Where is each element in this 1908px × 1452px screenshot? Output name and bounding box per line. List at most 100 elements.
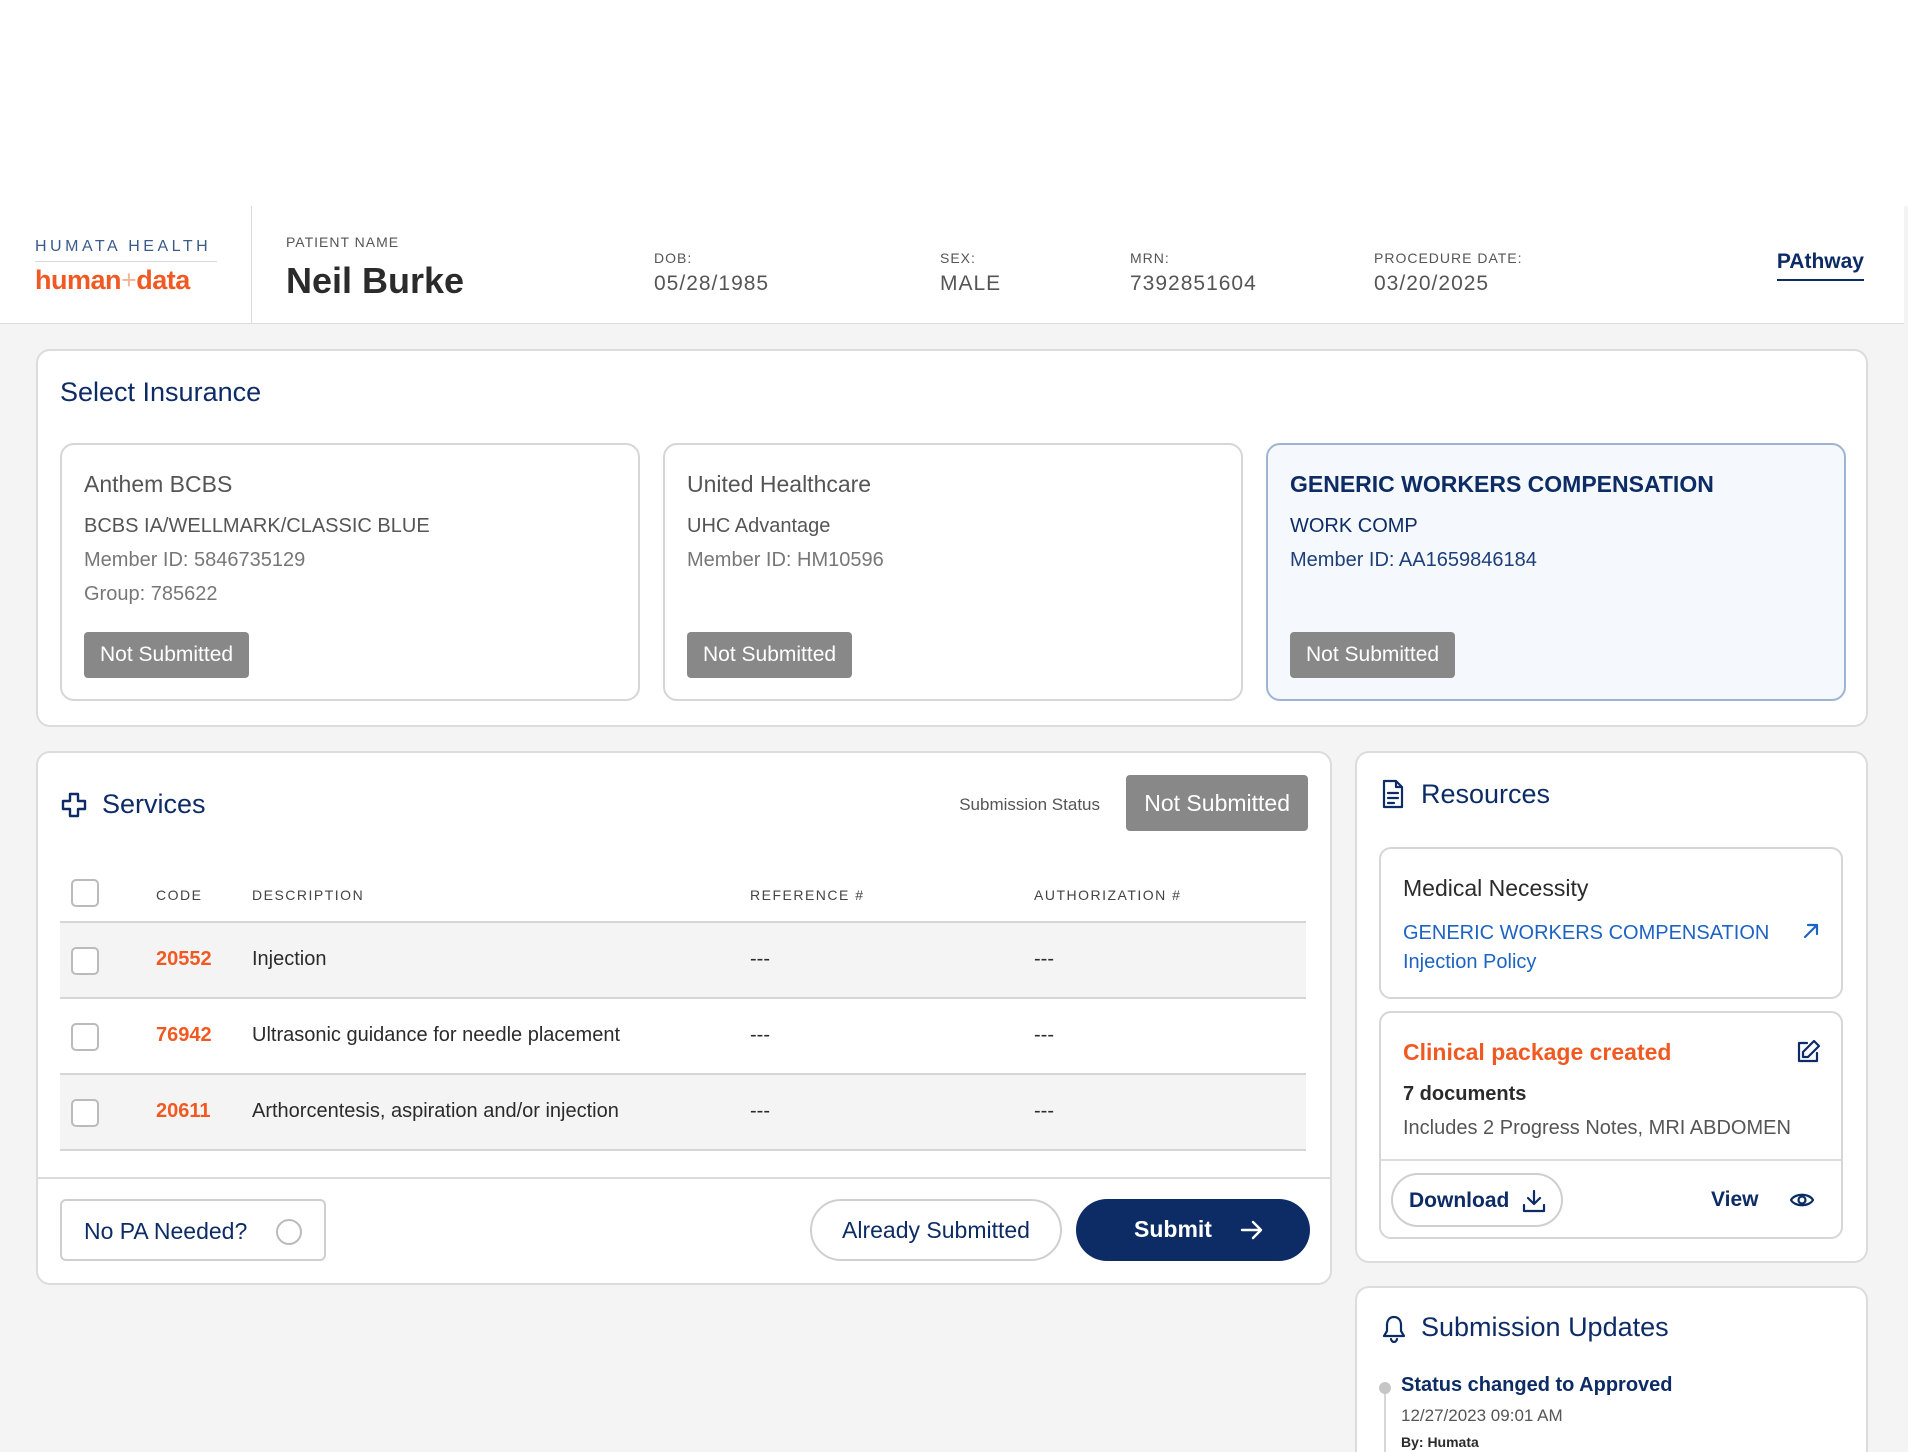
service-reference: --- (750, 1024, 770, 1046)
service-reference: --- (750, 948, 770, 970)
bell-icon (1382, 1315, 1406, 1344)
select-all-checkbox[interactable] (71, 879, 99, 907)
package-documents-count: 7 documents (1403, 1083, 1527, 1105)
insurance-card-workers-comp[interactable]: GENERIC WORKERS COMPENSATION WORK COMP M… (1266, 443, 1846, 701)
top-blank-area (0, 0, 1908, 206)
no-pa-radio[interactable] (276, 1219, 302, 1245)
table-header-row: CODE DESCRIPTION REFERENCE # AUTHORIZATI… (60, 863, 1306, 923)
row-checkbox[interactable] (71, 947, 99, 975)
submission-status-label: Submission Status (959, 795, 1100, 814)
service-authorization: --- (1034, 1100, 1054, 1122)
insurance-member-id: Member ID: HM10596 (687, 549, 884, 571)
services-title: Services (102, 789, 206, 819)
select-insurance-title: Select Insurance (60, 377, 262, 407)
column-header-authorization: AUTHORIZATION # (1034, 887, 1182, 903)
status-badge: Not Submitted (1290, 632, 1456, 678)
column-header-description: DESCRIPTION (252, 887, 365, 903)
edit-icon[interactable] (1795, 1039, 1821, 1065)
service-code[interactable]: 76942 (156, 1024, 212, 1047)
logo-word-data: data (136, 265, 190, 295)
mrn-label: MRN: (1130, 250, 1170, 266)
submission-status-badge: Not Submitted (1126, 775, 1308, 831)
select-insurance-panel: Select Insurance Anthem BCBS BCBS IA/WEL… (36, 349, 1868, 727)
services-panel: Services Submission Status Not Submitted… (36, 751, 1332, 1285)
package-includes: Includes 2 Progress Notes, MRI ABDOMEN (1403, 1117, 1791, 1139)
logo-top-text: HUMATA HEALTH (35, 238, 217, 262)
download-button-label: Download (1409, 1189, 1510, 1212)
service-description: Injection (252, 948, 327, 970)
sex-value: MALE (940, 272, 1002, 295)
download-icon (1522, 1189, 1546, 1213)
header-divider (251, 206, 252, 324)
row-checkbox[interactable] (71, 1099, 99, 1127)
clinical-package-card: Clinical package created 7 documents Inc… (1379, 1011, 1843, 1239)
insurance-plan: UHC Advantage (687, 515, 831, 537)
download-button[interactable]: Download (1391, 1173, 1563, 1227)
procedure-date-label: PROCEDURE DATE: (1374, 250, 1523, 266)
status-badge: Not Submitted (687, 632, 853, 678)
clinical-package-title: Clinical package created (1403, 1039, 1672, 1065)
table-row: 20611 Arthorcentesis, aspiration and/or … (60, 1075, 1306, 1151)
column-header-code: CODE (156, 887, 203, 903)
table-row: 20552 Injection --- --- (60, 923, 1306, 999)
medical-cross-icon (61, 792, 87, 818)
patient-name-label: PATIENT NAME (286, 234, 400, 250)
services-footer-divider (38, 1177, 1330, 1179)
dob-value: 05/28/1985 (654, 272, 770, 295)
column-header-reference: REFERENCE # (750, 887, 865, 903)
package-divider (1381, 1159, 1841, 1161)
eye-icon (1789, 1193, 1815, 1207)
procedure-date-value: 03/20/2025 (1374, 272, 1490, 295)
no-pa-needed-label: No PA Needed? (84, 1218, 248, 1244)
pathway-link[interactable]: PAthway (1776, 250, 1864, 281)
service-description: Ultrasonic guidance for needle placement (252, 1024, 620, 1046)
insurance-group: Group: 785622 (84, 583, 218, 605)
timeline-line (1384, 1394, 1386, 1452)
sex-field: SEX: MALE (940, 250, 1001, 296)
service-authorization: --- (1034, 948, 1054, 970)
service-reference: --- (750, 1100, 770, 1122)
update-by: By: Humata (1401, 1434, 1479, 1450)
dob-field: DOB: 05/28/1985 (654, 250, 769, 296)
policy-link[interactable]: GENERIC WORKERS COMPENSATION Injection P… (1403, 919, 1769, 977)
insurance-card-anthem[interactable]: Anthem BCBS BCBS IA/WELLMARK/CLASSIC BLU… (60, 443, 640, 701)
medical-necessity-card: Medical Necessity GENERIC WORKERS COMPEN… (1379, 847, 1843, 999)
services-table: CODE DESCRIPTION REFERENCE # AUTHORIZATI… (60, 863, 1306, 1151)
insurance-card-united[interactable]: United Healthcare UHC Advantage Member I… (663, 443, 1243, 701)
resources-panel: Resources Medical Necessity GENERIC WORK… (1355, 751, 1868, 1263)
service-code[interactable]: 20611 (156, 1100, 211, 1123)
arrow-right-icon (1240, 1220, 1263, 1240)
logo-wordmark: human+data (35, 262, 217, 296)
document-icon (1382, 779, 1404, 809)
humata-logo: HUMATA HEALTH human+data (35, 238, 217, 296)
service-description: Arthorcentesis, aspiration and/or inject… (252, 1100, 619, 1122)
insurance-member-id: Member ID: AA1659846184 (1290, 549, 1537, 571)
submit-button-label: Submit (1134, 1216, 1212, 1242)
resources-title: Resources (1421, 779, 1551, 809)
view-button-label: View (1711, 1188, 1759, 1211)
view-button[interactable]: View (1701, 1173, 1821, 1227)
patient-name: Neil Burke (286, 260, 465, 301)
external-link-icon[interactable] (1801, 921, 1821, 941)
patient-header: HUMATA HEALTH human+data PATIENT NAME Ne… (0, 206, 1904, 324)
insurance-plan: WORK COMP (1290, 515, 1418, 537)
no-pa-needed-toggle[interactable]: No PA Needed? (60, 1199, 326, 1261)
service-authorization: --- (1034, 1024, 1054, 1046)
mrn-field: MRN: 7392851604 (1130, 250, 1257, 296)
logo-word-plus: + (121, 265, 137, 295)
insurance-name: GENERIC WORKERS COMPENSATION (1290, 471, 1714, 497)
service-code[interactable]: 20552 (156, 948, 212, 971)
policy-link-line1: GENERIC WORKERS COMPENSATION (1403, 922, 1770, 944)
status-badge: Not Submitted (84, 632, 250, 678)
row-checkbox[interactable] (71, 1023, 99, 1051)
already-submitted-button[interactable]: Already Submitted (810, 1199, 1062, 1261)
submit-button[interactable]: Submit (1076, 1199, 1310, 1261)
sex-label: SEX: (940, 250, 976, 266)
insurance-name: United Healthcare (687, 471, 872, 497)
logo-word-human: human (35, 265, 122, 295)
submission-updates-panel: Submission Updates Status changed to App… (1355, 1286, 1868, 1452)
table-row: 76942 Ultrasonic guidance for needle pla… (60, 999, 1306, 1075)
update-time: 12/27/2023 09:01 AM (1401, 1406, 1563, 1425)
mrn-value: 7392851604 (1130, 272, 1257, 295)
update-title: Status changed to Approved (1401, 1374, 1673, 1396)
